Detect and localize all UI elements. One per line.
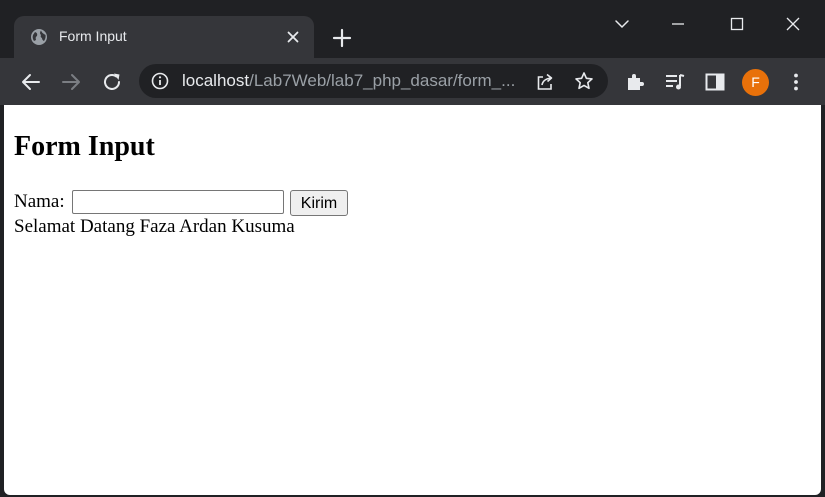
name-label: Nama: [14,191,65,212]
tab-title: Form Input [59,28,127,44]
greeting-text: Selamat Datang Faza Ardan Kusuma [14,216,295,237]
tab-form-input[interactable]: Form Input [14,16,314,58]
bookmark-star-icon[interactable] [574,71,594,91]
address-bar[interactable]: localhost/Lab7Web/lab7_php_dasar/form_..… [139,64,608,98]
url-host: localhost [182,71,250,90]
side-panel-icon[interactable] [703,70,727,94]
browser-window: Form Input localhost/Lab7Web/lab7_php_da… [0,0,825,497]
more-menu-icon[interactable] [784,70,808,94]
reload-icon[interactable] [100,70,124,94]
tab-search-chevron-icon[interactable] [610,12,634,36]
tab-strip: Form Input [0,0,825,58]
new-tab-plus-icon[interactable] [330,26,354,50]
profile-avatar[interactable]: F [742,69,769,96]
window-close-icon[interactable] [781,12,805,36]
back-arrow-icon[interactable] [19,70,43,94]
extensions-puzzle-icon[interactable] [623,70,647,94]
globe-icon [31,29,47,45]
forward-arrow-icon[interactable] [59,70,83,94]
media-queue-icon[interactable] [663,70,687,94]
share-icon[interactable] [535,72,555,92]
close-icon[interactable] [284,28,302,46]
page-heading: Form Input [14,131,155,162]
maximize-icon[interactable] [725,12,749,36]
name-input[interactable] [72,190,284,214]
minimize-icon[interactable] [666,12,690,36]
browser-toolbar: localhost/Lab7Web/lab7_php_dasar/form_..… [0,58,825,105]
site-info-icon[interactable] [151,72,169,90]
page-viewport: Form Input Nama: Kirim Selamat Datang Fa… [4,105,821,495]
url-text[interactable]: localhost/Lab7Web/lab7_php_dasar/form_..… [182,71,515,91]
url-path: /Lab7Web/lab7_php_dasar/form_... [249,71,516,90]
submit-button[interactable]: Kirim [290,190,348,216]
